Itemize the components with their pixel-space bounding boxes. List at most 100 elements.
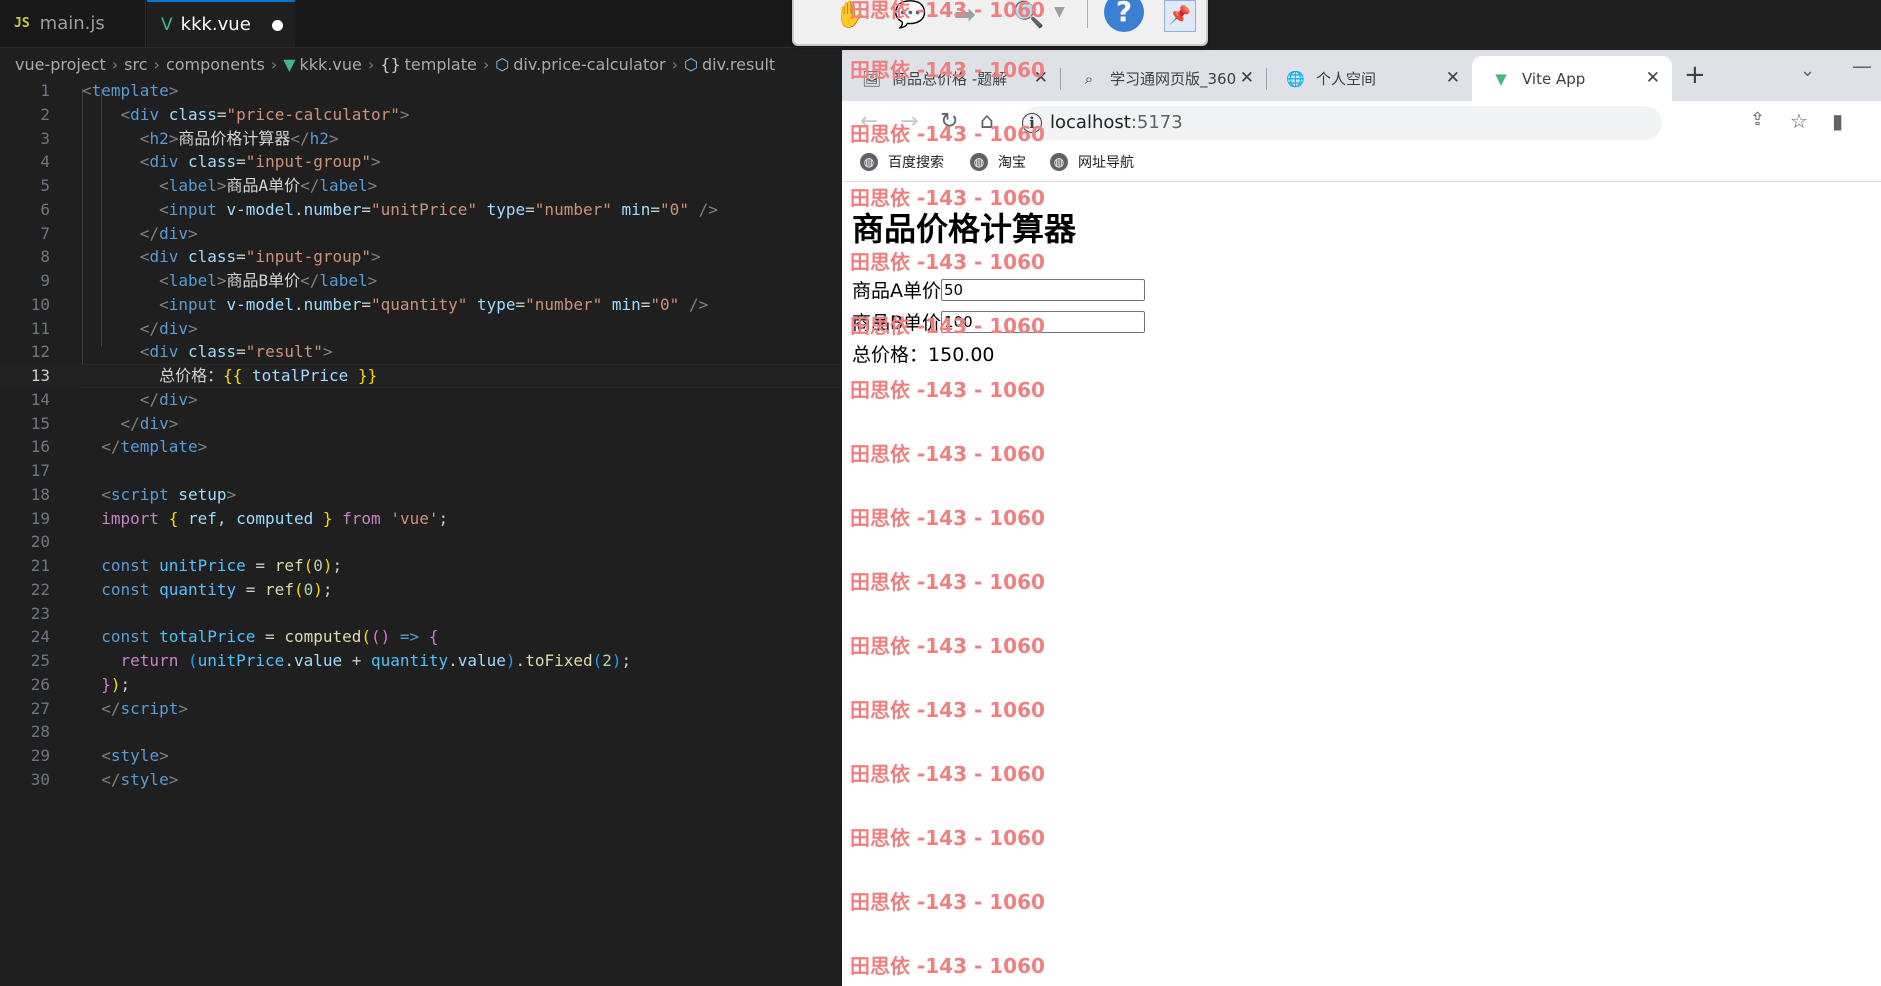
watermark-text: 田思依 -143 - 1060 xyxy=(850,634,1045,658)
breadcrumb-item[interactable]: template xyxy=(405,55,477,74)
tab-main-js[interactable]: JS main.js xyxy=(0,0,146,47)
code-line: 21 const unitPrice = ref(0); xyxy=(30,556,343,575)
result-line: 总价格：150.00 xyxy=(852,340,995,367)
browser-tab-label: Vite App xyxy=(1522,69,1586,88)
unit-price-a-input[interactable] xyxy=(941,278,1145,301)
code-line: 24 const totalPrice = computed(() => { xyxy=(30,627,439,647)
code-line: 8 <div class="input-group"> xyxy=(40,247,381,267)
url-host: localhost xyxy=(1050,112,1131,133)
code-line: 19 import { ref, computed } from 'vue'; xyxy=(30,508,449,528)
tab-label: main.js xyxy=(39,13,105,34)
bookmark-baidu[interactable]: ◍ 百度搜索 xyxy=(860,152,944,172)
tab-kkk-vue[interactable]: V kkk.vue xyxy=(147,0,295,47)
editor-tab-bar: JS main.js V kkk.vue xyxy=(0,0,842,48)
code-line: 29 <style> xyxy=(30,746,169,765)
code-line: 26 }); xyxy=(30,674,131,694)
browser-tab-personal-space[interactable]: 🌐 个人空间 ✕ xyxy=(1266,56,1472,101)
code-line: 7 </div> xyxy=(40,223,198,243)
browser-tab-vite-app[interactable]: ▼ Vite App ✕ xyxy=(1472,56,1672,101)
code-line: 5 <label>商品A单价</label> xyxy=(40,176,378,195)
total-price-label: 总价格： xyxy=(852,344,929,366)
unit-price-a-label: 商品A单价 xyxy=(852,280,941,302)
tab-search-chevron-icon[interactable]: ⌄ xyxy=(1800,60,1815,81)
code-line: 30 </style> xyxy=(30,769,179,789)
watermark-text: 田思依 -143 - 1060 xyxy=(850,442,1045,466)
bookmark-star-icon[interactable]: ☆ xyxy=(1790,109,1808,133)
close-icon[interactable]: ✕ xyxy=(1646,68,1660,88)
code-line: 16 </template> xyxy=(30,437,208,457)
browser-tab-label: 个人空间 xyxy=(1316,70,1377,88)
bookmark-label: 淘宝 xyxy=(998,155,1026,171)
bookmarks-bar: ◍ 百度搜索 ◍ 淘宝 ◍ 网址导航 xyxy=(842,145,1881,182)
breadcrumb-item[interactable]: div.result xyxy=(702,55,775,74)
tab-label: kkk.vue xyxy=(180,14,251,35)
globe-icon: ◍ xyxy=(1050,153,1068,171)
new-tab-plus-icon[interactable]: + xyxy=(1684,60,1706,90)
share-icon[interactable]: ⇪ xyxy=(1750,109,1765,130)
url-port: :5173 xyxy=(1130,112,1183,133)
watermark-text: 田思依 -143 - 1060 xyxy=(850,570,1045,594)
code-line: 2 <div class="price-calculator"> xyxy=(40,104,410,124)
code-line: 18 <script setup> xyxy=(30,484,237,504)
breadcrumb-item[interactable]: div.price-calculator xyxy=(513,55,665,74)
vue-favicon-icon: ▼ xyxy=(1495,69,1507,88)
breadcrumb: vue-project › src › components › ▼ kkk.v… xyxy=(0,51,842,78)
watermark-text: 田思依 -143 - 1060 xyxy=(850,0,1045,22)
vue-file-icon: ▼ xyxy=(283,55,296,74)
breadcrumb-item[interactable]: components xyxy=(166,55,265,74)
watermark-text: 田思依 -143 - 1060 xyxy=(850,762,1045,786)
close-icon[interactable]: ✕ xyxy=(1240,68,1254,88)
chevron-right-icon: › xyxy=(111,55,119,74)
close-icon[interactable]: ✕ xyxy=(1446,68,1460,88)
watermark-text: 田思依 -143 - 1060 xyxy=(850,698,1045,722)
watermark-text: 田思依 -143 - 1060 xyxy=(850,890,1045,914)
code-line: 25 return (unitPrice.value + quantity.va… xyxy=(30,651,632,670)
chevron-right-icon: › xyxy=(671,55,679,74)
watermark-text: 田思依 -143 - 1060 xyxy=(850,250,1045,274)
globe-icon: 🌐 xyxy=(1286,69,1305,88)
toolbar-divider xyxy=(1087,0,1088,28)
address-bar[interactable]: i localhost:5173 xyxy=(1022,106,1662,140)
code-line: 11 </div> xyxy=(30,318,198,338)
code-line: 17 xyxy=(30,461,50,480)
watermark-text: 田思依 -143 - 1060 xyxy=(850,186,1045,210)
globe-icon: ◍ xyxy=(860,153,878,171)
chevron-right-icon: › xyxy=(367,55,375,74)
chevron-right-icon: › xyxy=(153,55,160,74)
code-line: 9 <label>商品B单价</label> xyxy=(40,271,378,290)
watermark-text: 田思依 -143 - 1060 xyxy=(850,954,1045,978)
help-icon[interactable]: ? xyxy=(1104,0,1144,32)
breadcrumb-item[interactable]: vue-project xyxy=(15,55,106,74)
watermark-text: 田思依 -143 - 1060 xyxy=(850,826,1045,850)
bookmark-label: 百度搜索 xyxy=(888,155,944,171)
dropdown-caret-icon[interactable]: ▼ xyxy=(1054,4,1065,20)
side-panel-icon[interactable]: ▮ xyxy=(1832,109,1843,133)
chevron-right-icon: › xyxy=(482,55,490,74)
code-line-active: 13 总价格：{{ totalPrice }} xyxy=(0,364,842,388)
watermark-text: 田思依 -143 - 1060 xyxy=(850,122,1045,146)
code-line: 20 xyxy=(30,532,50,552)
minimize-icon[interactable]: — xyxy=(1852,54,1872,78)
code-line: 15 </div> xyxy=(30,413,179,433)
code-line: 6 <input v-model.number="unitPrice" type… xyxy=(40,199,718,219)
code-area[interactable]: 1 <template> 2 <div class="price-calculat… xyxy=(0,79,842,792)
bookmark-nav[interactable]: ◍ 网址导航 xyxy=(1050,152,1134,172)
browser-tab-label: 学习通网页版_360 xyxy=(1110,70,1237,88)
code-line: 28 xyxy=(30,722,50,742)
element-cube-icon: ⬡ xyxy=(495,55,510,74)
breadcrumb-item[interactable]: src xyxy=(124,55,147,74)
input-group-a: 商品A单价 xyxy=(852,276,1145,303)
code-line: 10 <input v-model.number="quantity" type… xyxy=(30,294,709,314)
total-price-value: 150.00 xyxy=(928,344,995,366)
code-line: 23 xyxy=(30,603,50,623)
bookmark-taobao[interactable]: ◍ 淘宝 xyxy=(970,152,1026,172)
code-line: 3 <h2>商品价格计算器</h2> xyxy=(40,128,339,148)
code-line: 22 const quantity = ref(0); xyxy=(30,579,333,599)
breadcrumb-item[interactable]: kkk.vue xyxy=(300,55,362,74)
unsaved-dot-icon[interactable] xyxy=(272,20,283,31)
code-line: 1 <template> xyxy=(40,81,179,100)
code-line: 27 </script> xyxy=(30,698,188,718)
chevron-right-icon: › xyxy=(270,55,278,74)
pin-icon[interactable]: 📌 xyxy=(1164,0,1196,32)
browser-tab-xuexitong[interactable]: ⌕ 学习通网页版_360 ✕ xyxy=(1060,56,1266,101)
